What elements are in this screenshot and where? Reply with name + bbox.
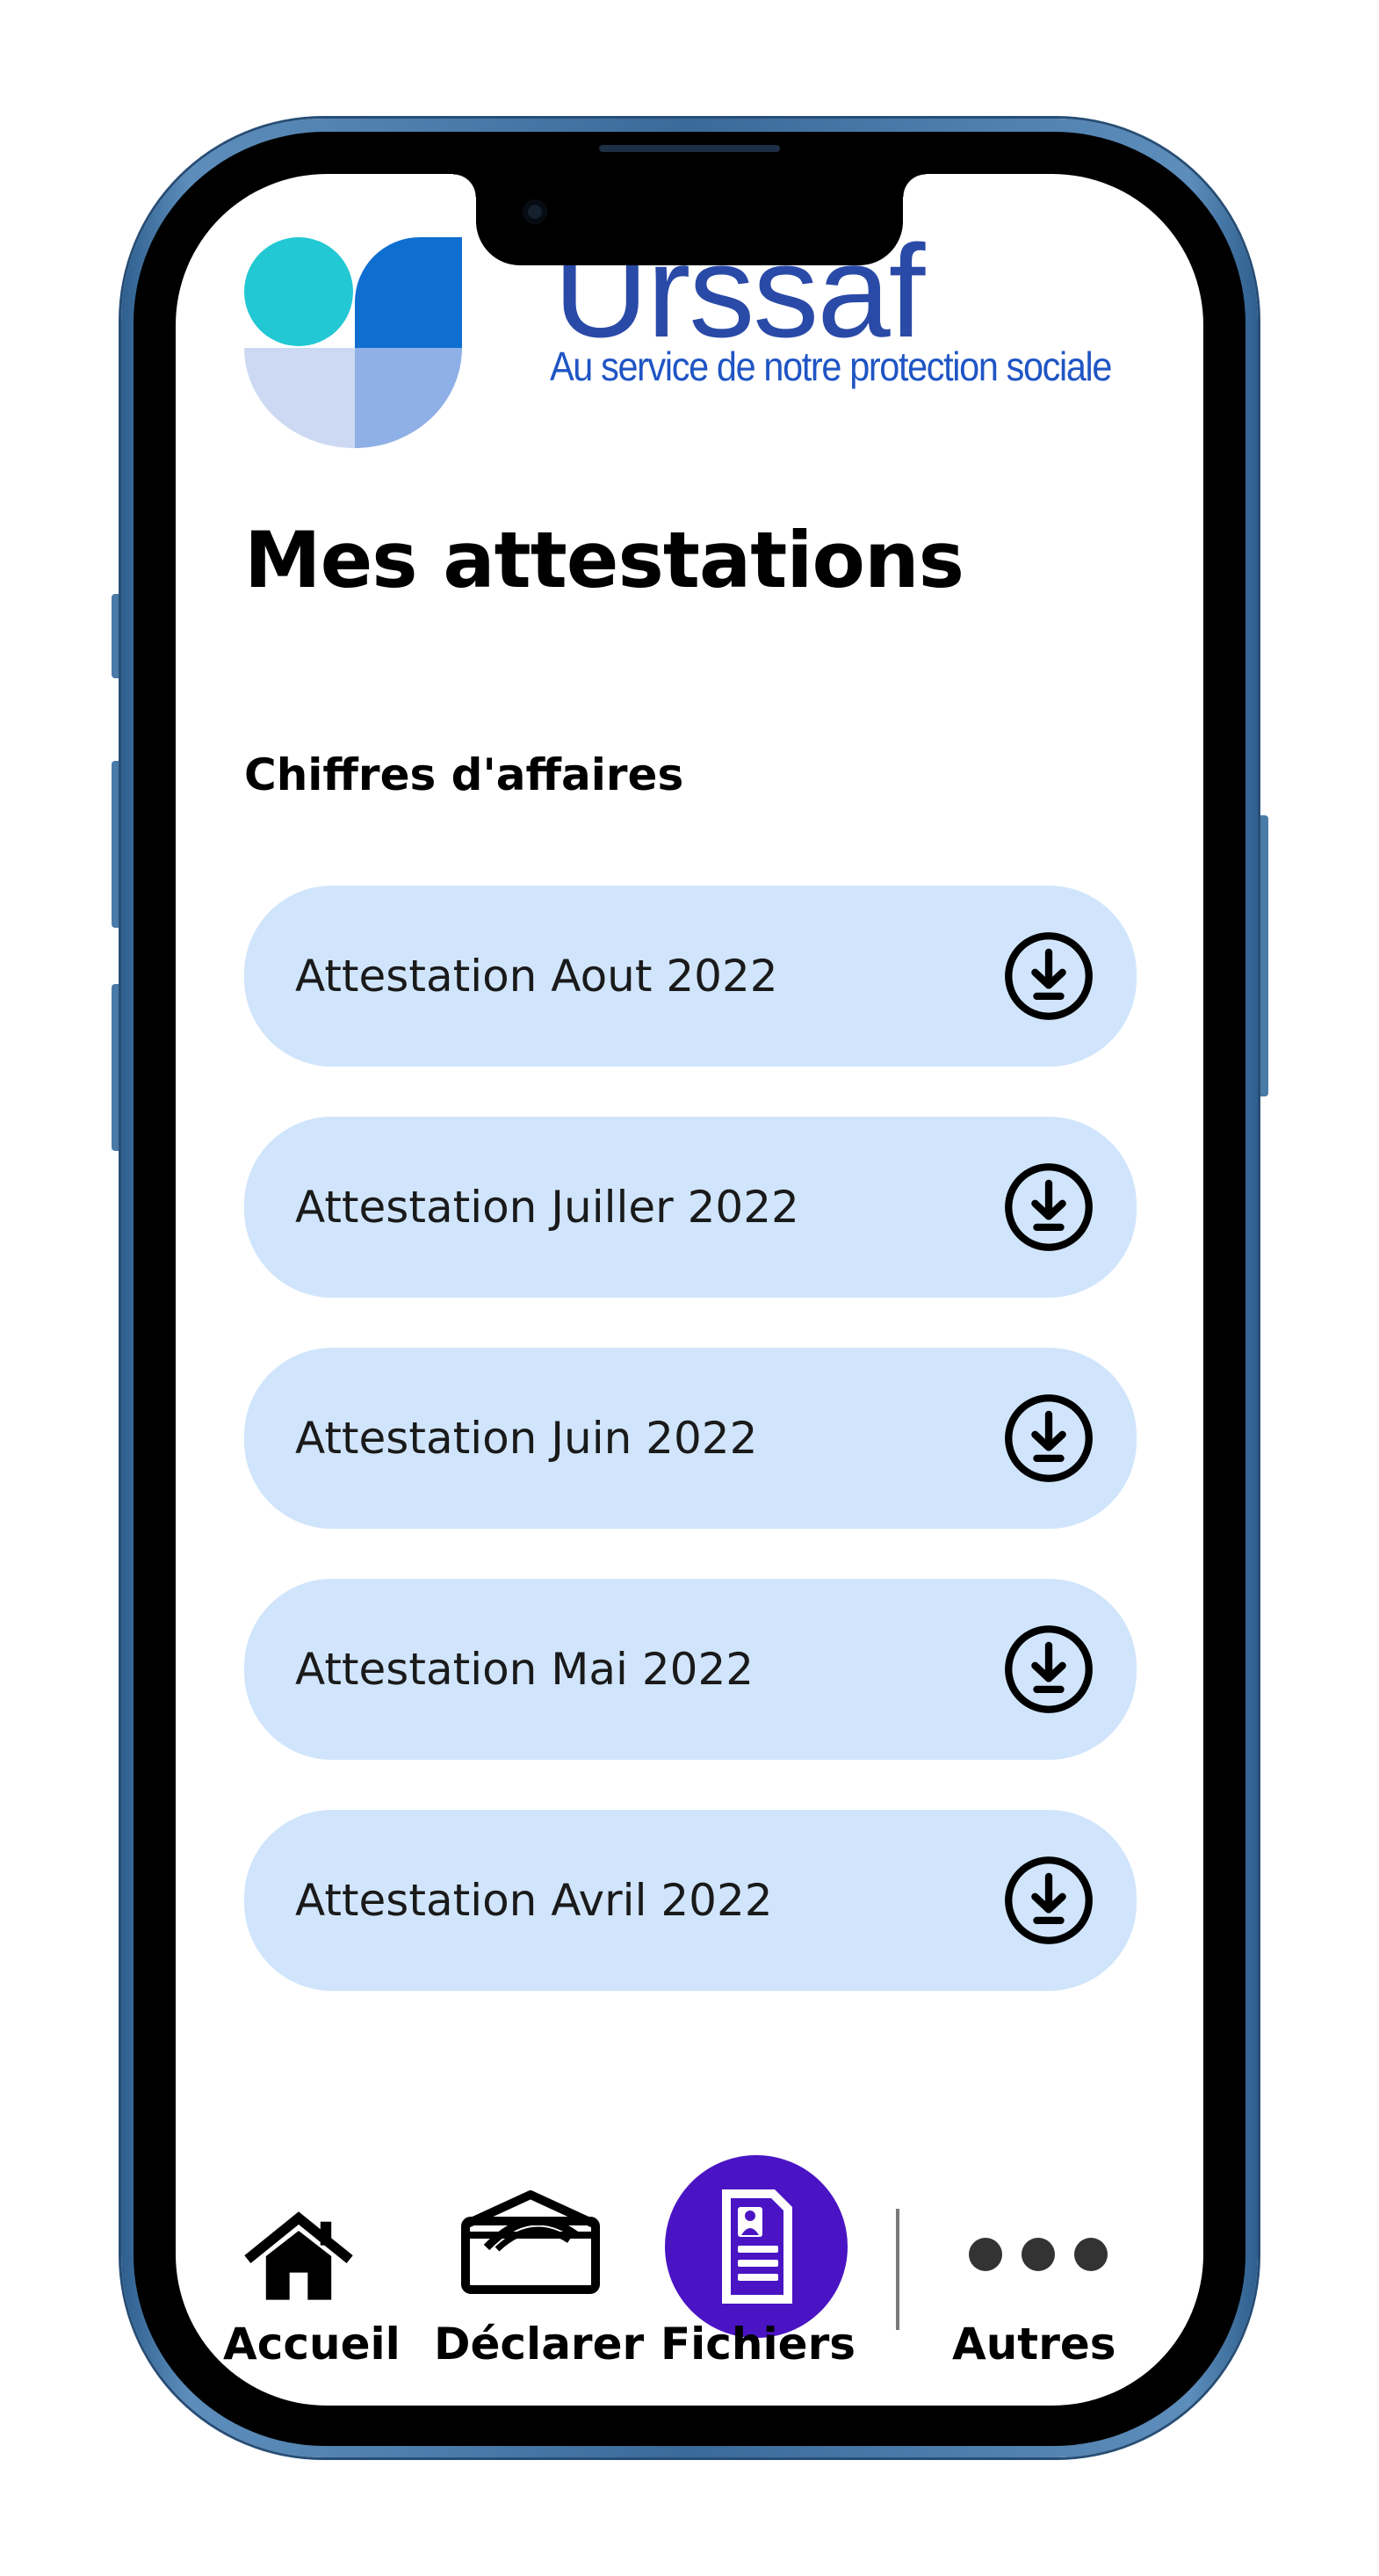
document-file-icon	[665, 2155, 848, 2338]
app-screen: Urssaf Au service de notre protection so…	[176, 174, 1203, 2406]
tab-label: Accueil	[223, 2319, 401, 2370]
tab-label: Déclarer	[434, 2319, 645, 2370]
front-camera	[523, 199, 547, 224]
more-dots-icon	[969, 2238, 1108, 2271]
attestation-list: Attestation Aout 2022 Attestation Juille…	[244, 886, 1137, 2041]
attestation-label: Attestation Mai 2022	[295, 1644, 754, 1695]
urssaf-logo-icon	[244, 237, 462, 448]
brand-tagline: Au service de notre protection sociale	[550, 344, 1112, 389]
attestation-item-mai-2022[interactable]: Attestation Mai 2022	[244, 1579, 1137, 1760]
download-circle-icon[interactable]	[1003, 1161, 1094, 1253]
earpiece-speaker	[599, 145, 780, 152]
power-button	[1256, 815, 1268, 1096]
tab-label: Fichiers	[661, 2319, 856, 2370]
download-circle-icon[interactable]	[1003, 1393, 1094, 1484]
declare-envelope-icon	[461, 2190, 600, 2294]
download-circle-icon[interactable]	[1003, 1624, 1094, 1715]
section-title: Chiffres d'affaires	[244, 749, 684, 800]
attestation-item-aout-2022[interactable]: Attestation Aout 2022	[244, 886, 1137, 1067]
tab-fichiers[interactable]: Fichiers	[661, 2155, 856, 2370]
attestation-item-juin-2022[interactable]: Attestation Juin 2022	[244, 1348, 1137, 1529]
attestation-label: Attestation Juin 2022	[295, 1413, 758, 1464]
download-circle-icon[interactable]	[1003, 930, 1094, 1022]
attestation-item-juillet-2022[interactable]: Attestation Juiller 2022	[244, 1117, 1137, 1298]
attestation-item-avril-2022[interactable]: Attestation Avril 2022	[244, 1810, 1137, 1991]
tab-accueil[interactable]: Accueil	[223, 2160, 401, 2370]
attestation-label: Attestation Aout 2022	[295, 951, 778, 1002]
attestation-label: Attestation Avril 2022	[295, 1875, 773, 1926]
download-circle-icon[interactable]	[1003, 1855, 1094, 1946]
attestation-label: Attestation Juiller 2022	[295, 1182, 799, 1233]
home-icon	[244, 2211, 353, 2300]
tab-autres[interactable]: Autres	[949, 2160, 1124, 2370]
tab-declarer[interactable]: Déclarer	[434, 2160, 646, 2370]
bottom-tab-bar: Accueil Déclarer Fichiers Autres	[176, 2155, 1203, 2406]
tab-label: Autres	[952, 2319, 1116, 2370]
page-title: Mes attestations	[244, 515, 964, 605]
tab-bar-divider	[896, 2209, 899, 2330]
